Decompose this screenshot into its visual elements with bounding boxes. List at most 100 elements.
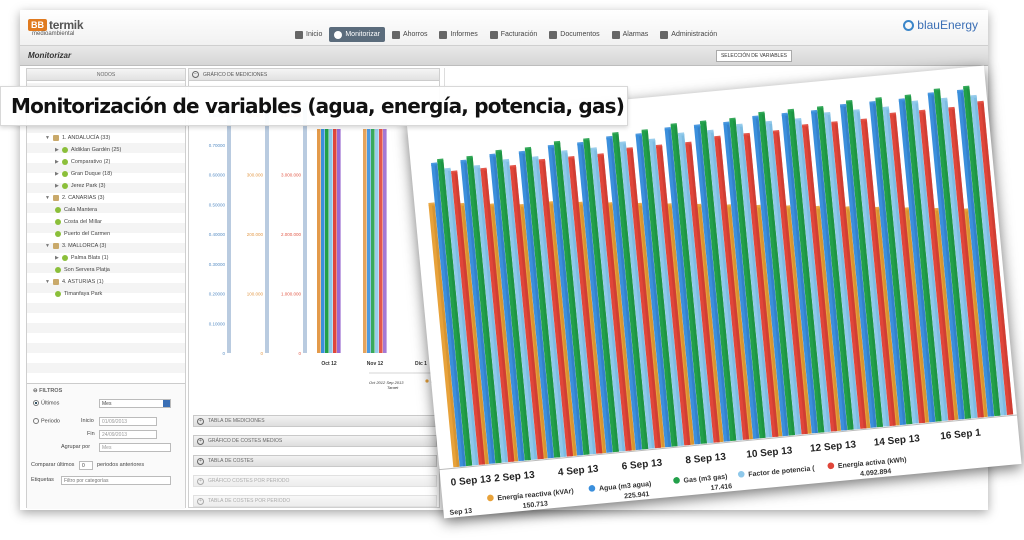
bar-cap xyxy=(606,135,613,140)
gear-icon xyxy=(660,30,669,39)
legend-marker xyxy=(487,494,494,502)
bar-cap xyxy=(619,141,626,145)
nav-item-2[interactable]: Ahorros xyxy=(387,27,433,42)
bar-cap xyxy=(927,92,935,96)
bar-cap xyxy=(904,94,912,98)
tree-item[interactable]: ▼ 4. ASTURIAS (1) xyxy=(45,277,104,287)
collapsed-section[interactable]: + GRÁFICO COSTES POR PERIODO xyxy=(193,475,437,487)
tree-item[interactable]: Son Servera Platja xyxy=(55,265,110,275)
last-select[interactable]: Mes xyxy=(99,399,171,408)
bar-cap xyxy=(626,147,633,151)
category-label: 2 Sep 13 xyxy=(494,470,536,485)
tree-item[interactable]: ▼ 2. CANARIAS (3) xyxy=(45,193,104,203)
background-measurement-chart: 0.800000.700000.600000.500000.400000.300… xyxy=(209,103,441,389)
expand-right-icon[interactable]: ▶ xyxy=(55,183,59,189)
expand-right-icon[interactable]: ▶ xyxy=(55,159,59,165)
category-label: 10 Sep 13 xyxy=(746,445,793,460)
brand-ring-icon xyxy=(903,19,915,31)
expand-down-icon[interactable]: ▼ xyxy=(45,195,50,201)
tags-input[interactable] xyxy=(61,476,171,485)
tree-item[interactable]: Costa del Millar xyxy=(55,217,102,227)
bar-cap xyxy=(612,131,619,136)
expand-down-icon[interactable]: ▼ xyxy=(45,279,50,285)
legend-marker xyxy=(673,477,680,484)
tree-item-label: 3. MALLORCA (3) xyxy=(61,243,107,249)
tree-item[interactable]: ▶ Aldiklan Gardén (25) xyxy=(55,145,121,155)
end-date-input[interactable]: 24/09/2013 xyxy=(99,430,157,439)
bar-cap xyxy=(948,106,955,111)
category-label: 4 Sep 13 xyxy=(558,464,600,479)
radio-on-icon xyxy=(33,400,39,406)
section-label: GRÁFICO DE COSTES MEDIOS xyxy=(208,438,283,444)
background-bar xyxy=(321,129,325,353)
variable-selection-button[interactable]: SELECCIÓN DE VARIABLES xyxy=(715,50,792,62)
background-bar xyxy=(333,129,337,353)
axis-tick-label: 0.10000 xyxy=(209,321,226,326)
legend-total: 17.416 xyxy=(710,483,732,492)
nav-item-4[interactable]: Facturación xyxy=(485,27,543,42)
bar-cap xyxy=(532,156,539,160)
tree-item[interactable]: ▼ 1. ANDALUCÍA (33) xyxy=(45,133,110,143)
collapsed-section[interactable]: + TABLA DE COSTES POR PERIODO xyxy=(193,495,437,507)
section-label: TABLA DE COSTES xyxy=(208,458,254,464)
chart-header-label: GRÁFICO DE MEDICIONES xyxy=(203,72,268,78)
last-radio[interactable]: Últimos xyxy=(33,400,59,406)
bar-cap xyxy=(860,118,868,123)
nav-item-3[interactable]: Informes xyxy=(434,27,482,42)
tree-item[interactable]: Puerto del Carmen xyxy=(55,229,110,239)
nodes-panel: NODOS ▼ 1. ANDALUCÍA (33) ▶ Aldiklan Gardén… xyxy=(26,68,186,509)
zoomed-bar-chart: 0 Sep 13 2 Sep 13 4 Sep 13 6 Sep 13 8 Sep 13… xyxy=(428,85,1017,517)
collapsed-section[interactable]: + TABLA DE MEDICIONES xyxy=(193,415,437,427)
legend-total: 225.941 xyxy=(624,491,650,500)
nav-item-1[interactable]: Monitorizar xyxy=(329,27,385,42)
tree-item[interactable]: ▼ 3. MALLORCA (3) xyxy=(45,241,106,251)
x-axis-label: Dic 1 xyxy=(415,361,427,367)
tree-item[interactable]: ▶ Palma Blats (1) xyxy=(55,253,108,263)
bar-cap xyxy=(956,89,964,94)
bar-cap xyxy=(801,123,809,128)
tree-item[interactable]: ▶ Gran Duque (18) xyxy=(55,169,112,179)
tree-item[interactable]: Timanfaya Park xyxy=(55,289,102,299)
section-label: TABLA DE COSTES POR PERIODO xyxy=(208,498,291,504)
axis-tick-label: 200.000 xyxy=(247,232,264,237)
main-nav: Inicio Monitorizar Ahorros Informes Facturac… xyxy=(290,27,722,42)
bar-cap xyxy=(428,202,435,206)
chart-header[interactable]: − GRÁFICO DE MEDICIONES xyxy=(189,69,439,81)
expand-down-icon[interactable]: ▼ xyxy=(45,135,50,141)
nav-item-7[interactable]: Administración xyxy=(655,27,722,42)
bar-cap xyxy=(853,109,860,113)
compare-stepper[interactable]: 0 xyxy=(79,461,93,470)
expand-right-icon[interactable]: ▶ xyxy=(55,255,59,261)
start-date-input[interactable]: 01/09/2013 xyxy=(99,417,157,426)
tree-stripe xyxy=(27,293,185,303)
filters-header: ⊖ FILTROS xyxy=(33,388,63,394)
nav-item-6[interactable]: Alarmas xyxy=(607,27,654,42)
nav-item-0[interactable]: Inicio xyxy=(290,27,327,42)
bar-cap xyxy=(699,120,707,124)
node-icon xyxy=(61,159,68,165)
bar-cap xyxy=(473,164,481,169)
axis-tick-label: 0.40000 xyxy=(209,232,226,237)
tree-item[interactable]: ▶ Comparativo (2) xyxy=(55,157,110,167)
tree-item-label: Cala Mantera xyxy=(64,207,98,213)
tree-item-label: Gran Duque (18) xyxy=(70,171,113,177)
bar-cap xyxy=(524,146,532,151)
background-bar xyxy=(383,129,387,353)
group-select[interactable]: Mes xyxy=(99,443,171,452)
expand-right-icon[interactable]: ▶ xyxy=(55,171,59,177)
tree-item[interactable]: Cala Mantera xyxy=(55,205,97,215)
collapsed-section[interactable]: + GRÁFICO DE COSTES MEDIOS xyxy=(193,435,437,447)
tree-item[interactable]: ▶ Jerez Park (3) xyxy=(55,181,105,191)
tree-stripe xyxy=(27,353,185,363)
start-label: Inicio xyxy=(81,418,94,424)
axis-tick-label: 0.70000 xyxy=(209,143,226,148)
background-bar xyxy=(379,129,383,353)
collapsed-section[interactable]: + TABLA DE COSTES xyxy=(193,455,437,467)
compare-label: Comparar últimos xyxy=(31,462,75,468)
nav-item-5[interactable]: Documentos xyxy=(544,27,604,42)
tree-stripe xyxy=(27,323,185,333)
expand-right-icon[interactable]: ▶ xyxy=(55,147,59,153)
expand-down-icon[interactable]: ▼ xyxy=(45,243,50,249)
period-radio[interactable]: Periodo xyxy=(33,418,60,424)
bar-cap xyxy=(707,129,714,134)
